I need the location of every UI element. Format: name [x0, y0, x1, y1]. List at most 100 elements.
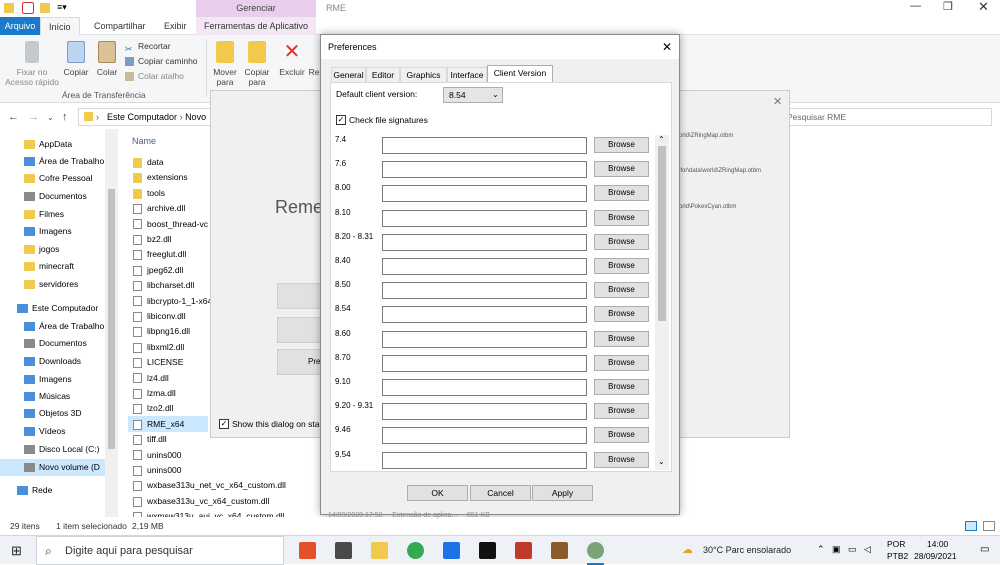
browse-button[interactable]: Browse	[594, 137, 649, 153]
weather-icon[interactable]: ☁	[682, 543, 693, 556]
file-row[interactable]: libcharset.dll	[133, 278, 194, 293]
breadcrumb-novo[interactable]: Novo	[185, 112, 206, 122]
recent-map-3[interactable]: orld\PokexCyan.otbm	[679, 204, 736, 210]
nav-item[interactable]: Imagens	[0, 371, 118, 388]
windows-start-icon[interactable]: ⊞	[11, 544, 22, 557]
file-row[interactable]: wxbase313u_net_vc_x64_custom.dll	[133, 478, 286, 493]
address-box[interactable]: › Este Computador › Novo	[78, 108, 213, 126]
clock-date[interactable]: 28/09/2021	[914, 551, 957, 561]
back-icon[interactable]: ←	[8, 111, 19, 123]
scroll-down-icon[interactable]: ⌄	[658, 457, 665, 466]
client-path-input[interactable]	[382, 185, 587, 203]
file-row[interactable]: extensions	[133, 170, 188, 185]
browse-button[interactable]: Browse	[594, 258, 649, 274]
apply-button[interactable]: Apply	[532, 485, 593, 501]
tab-compartilhar[interactable]: Compartilhar	[86, 17, 154, 35]
forward-icon[interactable]: →	[28, 111, 39, 123]
tray-chevron-icon[interactable]: ⌃	[817, 544, 825, 555]
tab-ferramentas[interactable]: Ferramentas de Aplicativo	[196, 17, 316, 35]
client-path-input[interactable]	[382, 403, 587, 421]
network-icon[interactable]: ▣	[832, 544, 841, 555]
file-row[interactable]: RME_x64	[133, 417, 184, 432]
clock-time[interactable]: 14:00	[927, 539, 948, 549]
client-path-input[interactable]	[382, 427, 587, 445]
nav-item[interactable]: Documentos	[0, 335, 118, 352]
nav-item[interactable]: Rede	[0, 482, 118, 499]
rme-close-icon[interactable]: ✕	[773, 95, 782, 108]
search-input[interactable]: Pesquisar RME	[780, 108, 992, 126]
file-row[interactable]: data	[133, 155, 164, 170]
file-row[interactable]: lzo2.dll	[133, 401, 173, 416]
file-row[interactable]: tiff.dll	[133, 432, 167, 447]
close-icon[interactable]: ✕	[978, 0, 989, 15]
nav-item[interactable]: Área de Trabalho	[0, 318, 118, 335]
default-client-select[interactable]: 8.54 ⌄	[443, 87, 503, 103]
rename-button[interactable]: Re	[308, 67, 320, 77]
browse-button[interactable]: Browse	[594, 161, 649, 178]
file-row[interactable]: libpng16.dll	[133, 324, 190, 339]
restore-icon[interactable]: ❐	[943, 0, 953, 13]
recent-map-2[interactable]: ifor\data\world\ZRingMap.otbm	[679, 168, 761, 174]
browse-button[interactable]: Browse	[594, 451, 649, 468]
versions-scroll-thumb[interactable]	[658, 146, 666, 321]
mail-icon[interactable]	[443, 542, 460, 559]
file-row[interactable]: unins000	[133, 448, 182, 463]
nav-item[interactable]: Este Computador	[0, 300, 118, 317]
tab-interface[interactable]: Interface	[447, 67, 487, 82]
ok-button[interactable]: OK	[407, 485, 468, 501]
browse-button[interactable]: Browse	[594, 403, 649, 420]
file-row[interactable]: bz2.dll	[133, 232, 172, 247]
nav-item[interactable]: Cofre Pessoal	[0, 170, 118, 187]
client-path-input[interactable]	[382, 451, 587, 469]
paste-button[interactable]: Colar	[94, 41, 120, 77]
browse-button[interactable]: Browse	[594, 330, 649, 347]
properties-icon[interactable]	[22, 2, 34, 14]
file-row[interactable]: archive.dll	[133, 201, 185, 216]
pin-quick-access-button[interactable]: Fixar no Acesso rápido	[2, 41, 62, 87]
nav-item[interactable]: servidores	[0, 276, 118, 293]
language-indicator[interactable]: POR	[887, 539, 905, 549]
move-to-button[interactable]: Mover para	[210, 41, 240, 87]
chrome-icon[interactable]	[407, 542, 424, 559]
minimize-icon[interactable]: —	[910, 0, 921, 12]
client-path-input[interactable]	[382, 282, 587, 300]
file-row[interactable]: unins000	[133, 463, 182, 478]
nav-item[interactable]: Novo volume (D	[0, 459, 118, 476]
tab-editor[interactable]: Editor	[366, 67, 400, 82]
rme-preferences-button[interactable]: Pre	[277, 349, 321, 375]
breadcrumb-este-computador[interactable]: Este Computador	[107, 112, 177, 122]
client-path-input[interactable]	[382, 306, 587, 324]
tab-arquivo[interactable]: Arquivo	[0, 17, 40, 35]
nav-scrollbar[interactable]	[105, 129, 118, 517]
client-path-input[interactable]	[382, 354, 587, 372]
keyboard-layout[interactable]: PTB2	[887, 551, 908, 561]
volume-icon[interactable]: ◁	[864, 544, 871, 555]
file-row[interactable]: freeglut.dll	[133, 247, 186, 262]
recent-dropdown-icon[interactable]: ⌄	[47, 113, 54, 122]
tab-graphics[interactable]: Graphics	[400, 67, 447, 82]
client-path-input[interactable]	[382, 137, 587, 154]
nav-item[interactable]: Documentos	[0, 188, 118, 205]
file-row[interactable]: lzma.dll	[133, 386, 176, 401]
dialog-close-icon[interactable]: ✕	[659, 39, 675, 55]
nav-item[interactable]: jogos	[0, 241, 118, 258]
copy-to-button[interactable]: Copiar para	[242, 41, 272, 87]
large-icons-view-icon[interactable]	[983, 521, 995, 531]
file-row[interactable]: libcrypto-1_1-x64	[133, 294, 212, 309]
file-row[interactable]: libiconv.dll	[133, 309, 186, 324]
nav-item[interactable]: Área de Trabalho	[0, 153, 118, 170]
cut-button[interactable]: ✂ Recortar	[125, 39, 171, 54]
scroll-up-icon[interactable]: ⌃	[658, 135, 665, 144]
nav-scroll-thumb[interactable]	[108, 189, 115, 449]
rme-new-map-button[interactable]	[277, 283, 321, 309]
tab-exibir[interactable]: Exibir	[156, 17, 195, 35]
client-path-input[interactable]	[382, 330, 587, 348]
show-dialog-checkbox[interactable]: ✓	[219, 419, 229, 429]
column-header-name[interactable]: Name	[132, 136, 156, 146]
nav-item[interactable]: Filmes	[0, 206, 118, 223]
client-path-input[interactable]	[382, 233, 587, 251]
new-folder-icon[interactable]	[40, 3, 50, 13]
nav-item[interactable]: Músicas	[0, 388, 118, 405]
tab-client-version[interactable]: Client Version	[487, 65, 553, 83]
nav-item[interactable]: minecraft	[0, 258, 118, 275]
